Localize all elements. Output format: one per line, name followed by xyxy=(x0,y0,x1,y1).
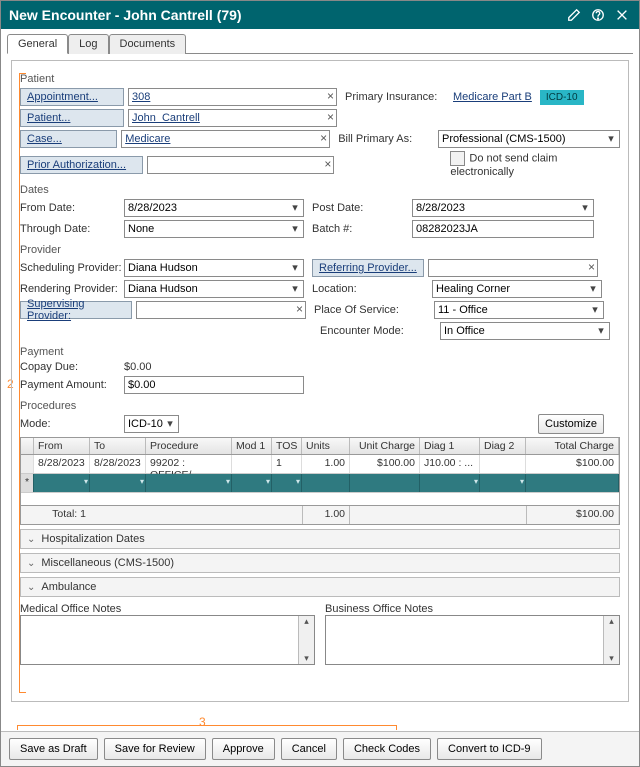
appointment-input[interactable] xyxy=(128,88,337,106)
bill-primary-label: Bill Primary As: xyxy=(338,133,438,145)
pos-label: Place Of Service: xyxy=(314,304,434,316)
clear-icon[interactable]: × xyxy=(320,131,327,145)
check-codes-button[interactable]: Check Codes xyxy=(343,738,431,760)
scrollbar[interactable]: ▴▾ xyxy=(298,616,314,664)
convert-icd9-button[interactable]: Convert to ICD-9 xyxy=(437,738,542,760)
col-from[interactable]: From xyxy=(34,438,90,454)
footer-toolbar: Save as Draft Save for Review Approve Ca… xyxy=(1,731,639,766)
encounter-mode-select[interactable] xyxy=(440,322,610,340)
tab-strip: General Log Documents xyxy=(7,33,633,54)
collapse-misc[interactable]: ⌄Miscellaneous (CMS-1500) xyxy=(20,553,620,573)
tab-documents[interactable]: Documents xyxy=(109,34,187,54)
chevron-down-icon: ⌄ xyxy=(27,534,35,545)
case-input[interactable] xyxy=(121,130,330,148)
case-button[interactable]: Case... xyxy=(20,130,117,148)
tab-general[interactable]: General xyxy=(7,34,68,54)
prior-auth-button[interactable]: Prior Authorization... xyxy=(20,156,143,174)
business-notes-textarea[interactable]: ▴▾ xyxy=(325,615,620,665)
chevron-down-icon: ⌄ xyxy=(27,558,35,569)
cancel-button[interactable]: Cancel xyxy=(281,738,337,760)
rend-provider-select[interactable] xyxy=(124,280,304,298)
col-to[interactable]: To xyxy=(90,438,146,454)
col-tos[interactable]: TOS xyxy=(272,438,302,454)
tab-log[interactable]: Log xyxy=(68,34,108,54)
from-date-label: From Date: xyxy=(20,202,124,214)
rend-provider-label: Rendering Provider: xyxy=(20,283,124,295)
encounter-mode-label: Encounter Mode: xyxy=(320,325,440,337)
business-notes-label: Business Office Notes xyxy=(325,603,620,615)
supervising-provider-input[interactable] xyxy=(136,301,306,319)
clear-icon[interactable]: × xyxy=(296,302,303,316)
proc-mode-select[interactable] xyxy=(124,415,179,433)
approve-button[interactable]: Approve xyxy=(212,738,275,760)
annotation-label-3: 3 xyxy=(199,715,206,729)
batch-input[interactable] xyxy=(412,220,594,238)
pos-select[interactable] xyxy=(434,301,604,319)
clear-icon[interactable]: × xyxy=(327,110,334,124)
location-select[interactable] xyxy=(432,280,602,298)
annotation-bracket-3 xyxy=(17,725,397,726)
section-procedures: Procedures xyxy=(20,400,620,412)
clear-icon[interactable]: × xyxy=(588,260,595,274)
col-diag1[interactable]: Diag 1 xyxy=(420,438,480,454)
section-patient: Patient xyxy=(20,73,620,85)
referring-provider-button[interactable]: Referring Provider... xyxy=(312,259,424,277)
chevron-down-icon: ⌄ xyxy=(27,582,35,593)
clear-icon[interactable]: × xyxy=(324,157,331,171)
location-label: Location: xyxy=(312,283,432,295)
sched-provider-select[interactable] xyxy=(124,259,304,277)
col-mod1[interactable]: Mod 1 xyxy=(232,438,272,454)
patient-button[interactable]: Patient... xyxy=(20,109,124,127)
post-date-input[interactable] xyxy=(412,199,594,217)
scrollbar[interactable]: ▴▾ xyxy=(603,616,619,664)
section-dates: Dates xyxy=(20,184,620,196)
procedures-grid: From To Procedure Mod 1 TOS Units Unit C… xyxy=(20,437,620,525)
title-bar: New Encounter - John Cantrell (79) xyxy=(1,1,639,29)
encounter-window: New Encounter - John Cantrell (79) Gener… xyxy=(0,0,640,767)
save-draft-button[interactable]: Save as Draft xyxy=(9,738,98,760)
post-date-label: Post Date: xyxy=(312,202,412,214)
section-payment: Payment xyxy=(20,346,620,358)
col-total[interactable]: Total Charge xyxy=(526,438,619,454)
collapse-hospitalization[interactable]: ⌄Hospitalization Dates xyxy=(20,529,620,549)
customize-button[interactable]: Customize xyxy=(538,414,604,434)
payment-amount-input[interactable] xyxy=(124,376,304,394)
batch-label: Batch #: xyxy=(312,223,412,235)
section-provider: Provider xyxy=(20,244,620,256)
supervising-provider-button[interactable]: Supervising Provider: xyxy=(20,301,132,319)
close-icon[interactable] xyxy=(613,6,631,24)
copay-value: $0.00 xyxy=(124,361,152,373)
medical-notes-label: Medical Office Notes xyxy=(20,603,315,615)
through-date-input[interactable] xyxy=(124,220,304,238)
help-icon[interactable] xyxy=(589,6,607,24)
primary-insurance-label: Primary Insurance: xyxy=(345,91,453,103)
window-title: New Encounter - John Cantrell (79) xyxy=(9,7,242,23)
col-diag2[interactable]: Diag 2 xyxy=(480,438,526,454)
through-date-label: Through Date: xyxy=(20,223,124,235)
col-units[interactable]: Units xyxy=(302,438,350,454)
from-date-input[interactable] xyxy=(124,199,304,217)
payment-amount-label: Payment Amount: xyxy=(20,379,124,391)
appointment-button[interactable]: Appointment... xyxy=(20,88,124,106)
save-review-button[interactable]: Save for Review xyxy=(104,738,206,760)
col-unit-charge[interactable]: Unit Charge xyxy=(350,438,420,454)
copay-label: Copay Due: xyxy=(20,361,124,373)
bill-primary-select[interactable] xyxy=(438,130,620,148)
clear-icon[interactable]: × xyxy=(327,89,334,103)
icd-badge: ICD-10 xyxy=(540,90,584,105)
medical-notes-textarea[interactable]: ▴▾ xyxy=(20,615,315,665)
sched-provider-label: Scheduling Provider: xyxy=(20,262,124,274)
collapse-ambulance[interactable]: ⌄Ambulance xyxy=(20,577,620,597)
edit-icon[interactable] xyxy=(565,6,583,24)
table-row-new[interactable]: * ▾ ▾ ▾ ▾ ▾ ▾ ▾ xyxy=(21,474,619,493)
proc-mode-label: Mode: xyxy=(20,418,124,430)
prior-auth-input[interactable] xyxy=(147,156,334,174)
patient-name-input[interactable] xyxy=(128,109,337,127)
no-elec-claim-checkbox[interactable] xyxy=(450,151,465,166)
table-row[interactable]: 8/28/2023 8/28/2023 99202 : OFFICE/... 1… xyxy=(21,455,619,474)
no-elec-claim-label: Do not send claim electronically xyxy=(450,152,557,178)
col-procedure[interactable]: Procedure xyxy=(146,438,232,454)
primary-insurance-link[interactable]: Medicare Part B xyxy=(453,91,532,103)
referring-provider-input[interactable] xyxy=(428,259,598,277)
